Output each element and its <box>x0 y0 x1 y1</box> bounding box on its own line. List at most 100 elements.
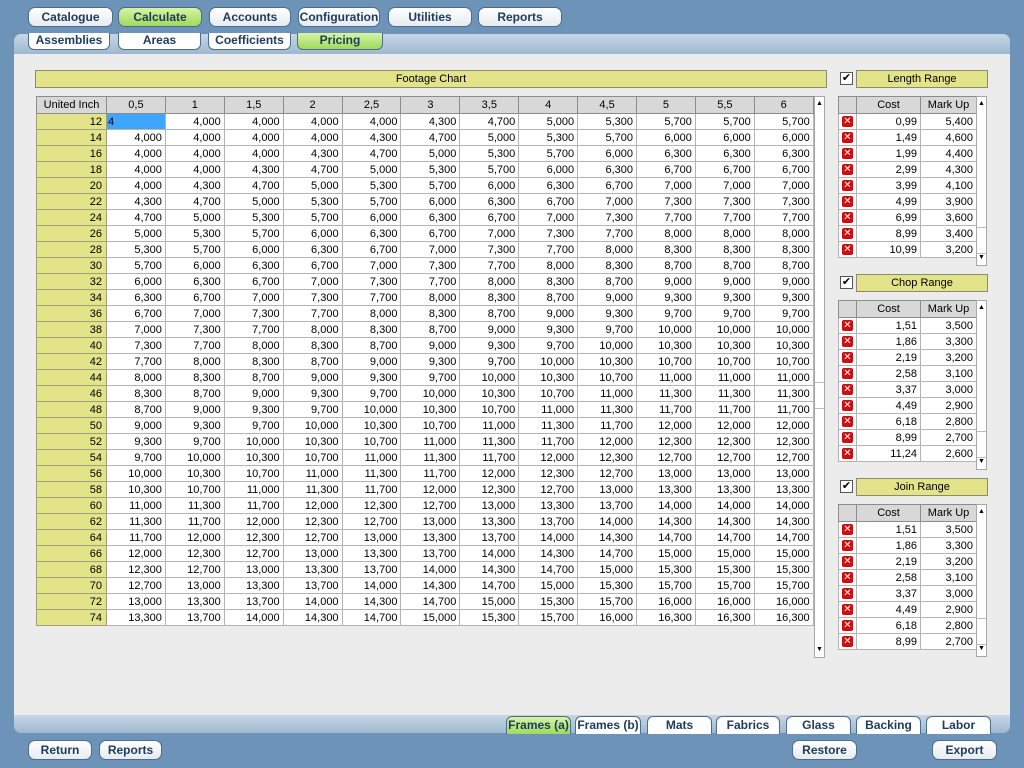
table-cell[interactable]: 7,700 <box>518 241 579 258</box>
table-cell[interactable]: 7,000 <box>518 209 579 226</box>
table-cell[interactable]: 10,700 <box>223 465 284 482</box>
reports-button[interactable]: Reports <box>99 740 162 760</box>
table-cell[interactable]: 12,000 <box>636 417 696 434</box>
table-cell[interactable]: 15,700 <box>753 577 814 594</box>
table-cell[interactable]: 12,300 <box>223 529 284 546</box>
arrow-down-icon[interactable]: ▼ <box>977 253 986 263</box>
restore-button[interactable]: Restore <box>792 740 857 760</box>
table-cell[interactable]: 5,700 <box>106 257 166 274</box>
table-cell[interactable]: 12,300 <box>341 497 402 514</box>
table-cell[interactable]: 12,000 <box>518 449 579 466</box>
table-cell[interactable]: 14,000 <box>753 497 814 514</box>
chop-range-checkbox[interactable]: ✔ <box>840 276 853 289</box>
table-cell[interactable]: 11,700 <box>636 401 696 418</box>
table-cell[interactable]: 12,000 <box>223 513 284 530</box>
table-cell[interactable]: 6,700 <box>223 273 284 290</box>
table-cell[interactable]: 15,000 <box>636 545 696 562</box>
markup-cell[interactable]: 4,400 <box>920 145 977 162</box>
cost-cell[interactable]: 2,58 <box>856 569 921 586</box>
cost-cell[interactable]: 1,99 <box>856 145 921 162</box>
table-cell[interactable]: 5,300 <box>577 113 638 130</box>
table-cell[interactable]: 15,000 <box>400 609 461 626</box>
table-cell[interactable]: 12,300 <box>459 481 520 498</box>
table-cell[interactable]: 14,700 <box>577 545 638 562</box>
table-cell[interactable]: 12,000 <box>577 433 638 450</box>
table-cell[interactable]: 10,700 <box>577 369 638 386</box>
table-cell[interactable]: 7,000 <box>753 177 814 194</box>
table-cell[interactable]: 8,000 <box>341 305 402 322</box>
cost-cell[interactable]: 4,99 <box>856 193 921 210</box>
export-button[interactable]: Export <box>932 740 997 760</box>
table-cell[interactable]: 7,300 <box>341 273 402 290</box>
table-cell[interactable]: 5,700 <box>636 113 696 130</box>
markup-cell[interactable]: 2,800 <box>920 617 977 634</box>
table-cell[interactable]: 7,000 <box>577 193 638 210</box>
table-cell[interactable]: 13,700 <box>518 513 579 530</box>
table-cell[interactable]: 13,300 <box>459 513 520 530</box>
table-cell[interactable]: 14,700 <box>400 593 461 610</box>
table-cell[interactable]: 10,300 <box>341 417 402 434</box>
delete-row-cell[interactable]: ✕ <box>838 145 857 162</box>
table-cell[interactable]: 13,000 <box>106 593 166 610</box>
table-cell[interactable]: 7,700 <box>164 337 225 354</box>
table-cell[interactable]: 10,700 <box>694 353 755 370</box>
table-cell[interactable]: 13,700 <box>223 593 284 610</box>
delete-x-icon[interactable]: ✕ <box>842 212 853 224</box>
top-tab-reports[interactable]: Reports <box>478 7 562 27</box>
table-cell[interactable]: 9,700 <box>577 321 638 338</box>
delete-row-cell[interactable]: ✕ <box>838 429 857 446</box>
table-cell[interactable]: 8,700 <box>223 369 284 386</box>
delete-x-icon[interactable]: ✕ <box>842 604 853 616</box>
table-cell[interactable]: 12,300 <box>164 545 225 562</box>
markup-cell[interactable]: 3,000 <box>920 381 977 398</box>
table-cell[interactable]: 4,300 <box>223 161 284 178</box>
table-cell[interactable]: 10,300 <box>223 449 284 466</box>
table-cell[interactable]: 11,700 <box>164 513 225 530</box>
cost-cell[interactable]: 1,86 <box>856 333 921 350</box>
table-cell[interactable]: 11,700 <box>106 529 166 546</box>
markup-cell[interactable]: 3,500 <box>920 521 977 538</box>
markup-cell[interactable]: 3,900 <box>920 193 977 210</box>
table-cell[interactable]: 8,000 <box>223 337 284 354</box>
table-cell[interactable]: 12,300 <box>636 433 696 450</box>
delete-x-icon[interactable]: ✕ <box>842 228 853 240</box>
table-cell[interactable]: 9,300 <box>577 305 638 322</box>
table-cell[interactable]: 4,700 <box>106 209 166 226</box>
delete-row-cell[interactable]: ✕ <box>838 193 857 210</box>
table-cell[interactable]: 15,700 <box>518 609 579 626</box>
top-tab-configuration[interactable]: Configuration <box>298 7 380 27</box>
table-cell[interactable]: 9,000 <box>106 417 166 434</box>
table-cell[interactable]: 11,000 <box>694 369 755 386</box>
table-cell[interactable]: 8,300 <box>400 305 461 322</box>
table-cell[interactable]: 11,700 <box>694 401 755 418</box>
table-cell[interactable]: 11,300 <box>282 481 343 498</box>
table-cell[interactable]: 6,300 <box>164 273 225 290</box>
table-cell[interactable]: 6,000 <box>518 161 579 178</box>
table-cell[interactable]: 11,300 <box>753 385 814 402</box>
table-cell[interactable]: 13,300 <box>518 497 579 514</box>
markup-cell[interactable]: 5,400 <box>920 113 977 130</box>
table-cell[interactable]: 7,000 <box>164 305 225 322</box>
table-cell[interactable]: 4,300 <box>106 193 166 210</box>
markup-cell[interactable]: 4,300 <box>920 161 977 178</box>
table-cell[interactable]: 11,300 <box>636 385 696 402</box>
sub-tab-assemblies[interactable]: Assemblies <box>28 33 110 50</box>
table-cell[interactable]: 12,000 <box>753 417 814 434</box>
delete-row-cell[interactable]: ✕ <box>838 413 857 430</box>
cost-cell[interactable]: 2,19 <box>856 553 921 570</box>
table-cell[interactable]: 4,000 <box>164 145 225 162</box>
table-cell[interactable]: 12,000 <box>282 497 343 514</box>
markup-cell[interactable]: 3,100 <box>920 365 977 382</box>
cost-cell[interactable]: 1,51 <box>856 317 921 334</box>
bottom-tab-backing[interactable]: Backing <box>856 716 921 734</box>
table-cell[interactable]: 9,700 <box>164 433 225 450</box>
delete-x-icon[interactable]: ✕ <box>842 148 853 160</box>
table-cell[interactable]: 6,000 <box>106 273 166 290</box>
table-cell[interactable]: 10,700 <box>518 385 579 402</box>
table-cell[interactable]: 9,700 <box>753 305 814 322</box>
table-cell[interactable]: 7,000 <box>636 177 696 194</box>
table-cell[interactable]: 5,700 <box>341 193 402 210</box>
table-cell[interactable]: 8,700 <box>341 337 402 354</box>
table-cell[interactable]: 14,300 <box>694 513 755 530</box>
table-cell[interactable]: 8,000 <box>694 225 755 242</box>
